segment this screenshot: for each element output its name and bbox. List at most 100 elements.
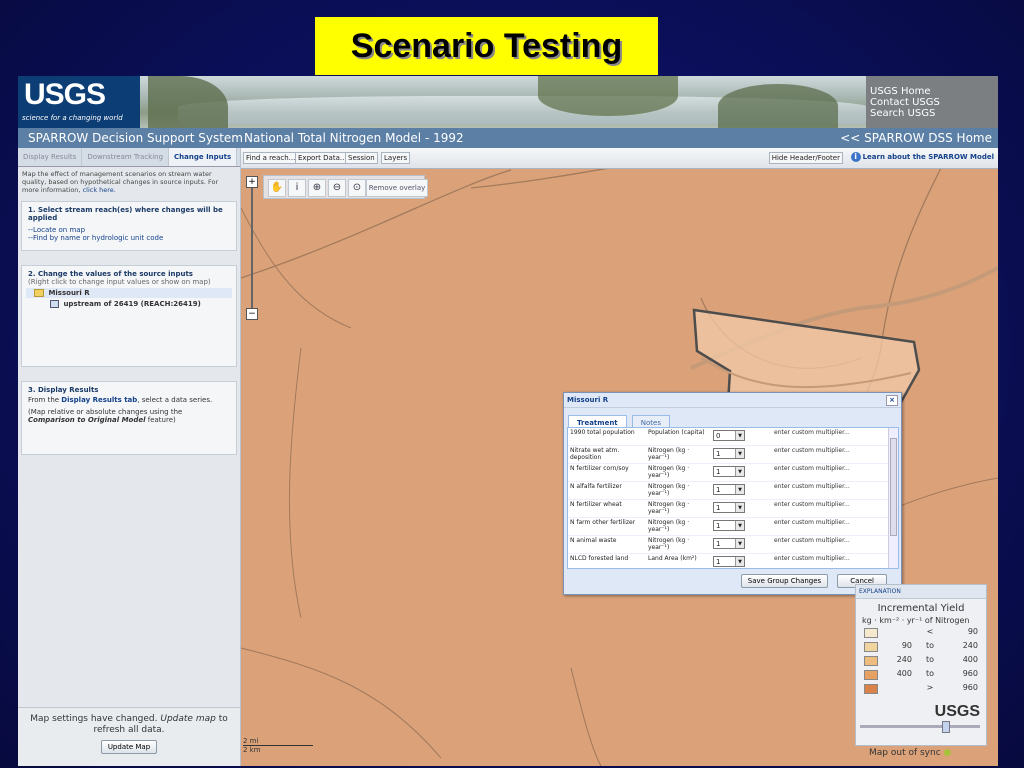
tab-display-results[interactable]: Display Results <box>18 148 83 166</box>
custom-multiplier-input[interactable]: enter custom multiplier... <box>774 519 884 526</box>
source-input-grid: 1990 total population Population (capita… <box>567 427 899 569</box>
map-panel[interactable]: Find a reach... Export Data... Session L… <box>241 148 998 766</box>
top-links: USGS Home Contact USGS Search USGS <box>866 76 998 128</box>
learn-sparrow-menu[interactable]: i Learn about the SPARROW Model <box>850 152 994 162</box>
map-toolbar: Find a reach... Export Data... Session L… <box>241 148 998 169</box>
hide-header-footer-button[interactable]: Hide Header/Footer <box>768 152 843 164</box>
table-row: N farm other fertilizer Nitrogen (kg · y… <box>568 518 898 536</box>
custom-multiplier-input[interactable]: enter custom multiplier... <box>774 447 884 454</box>
legend-panel: EXPLANATION Incremental Yield kg · km⁻² … <box>855 584 987 746</box>
multiplier-select[interactable]: 1 ▼ <box>713 538 745 549</box>
dialog-tabs: Treatment Notes <box>564 410 901 430</box>
tree-node-missouri[interactable]: Missouri R <box>26 288 232 298</box>
save-group-changes-button[interactable]: Save Group Changes <box>740 574 829 588</box>
tab-downstream-tracking[interactable]: Downstream Tracking <box>82 148 170 166</box>
chevron-down-icon: ▼ <box>735 449 744 458</box>
info-icon: i <box>850 152 861 162</box>
chevron-down-icon: ▼ <box>735 503 744 512</box>
legend-units: kg · km⁻² · yr⁻¹ of Nitrogen <box>862 616 970 625</box>
table-row: N animal waste Nitrogen (kg · year⁻¹) 1 ▼… <box>568 536 898 554</box>
zoom-in-tool-icon[interactable]: ⊕ <box>308 179 326 197</box>
locate-on-map-link[interactable]: --Locate on map <box>28 226 230 234</box>
pan-hand-icon[interactable]: ✋ <box>268 179 286 197</box>
legend-row: 90 to 240 <box>856 639 986 653</box>
display-results-link[interactable]: Display Results tab <box>61 396 137 404</box>
zoom-slider[interactable] <box>251 188 253 308</box>
title-bar: SPARROW Decision Support System National… <box>18 128 998 148</box>
zoom-out-tool-icon[interactable]: ⊖ <box>328 179 346 197</box>
zoom-in-button[interactable]: + <box>246 176 258 188</box>
usgs-logo[interactable]: USGS science for a changing world <box>18 76 140 128</box>
multiplier-select[interactable]: 1 ▼ <box>713 484 745 495</box>
warning-icon: ● <box>943 748 952 758</box>
legend-header[interactable]: EXPLANATION <box>856 585 986 599</box>
link-usgs-home[interactable]: USGS Home <box>870 86 998 97</box>
chevron-down-icon: ▼ <box>735 431 744 440</box>
map-tool-palette: ✋ i ⊕ ⊖ ⊙ Remove overlay <box>263 175 428 199</box>
multiplier-select[interactable]: 1 ▼ <box>713 466 745 477</box>
tree-node-reach[interactable]: upstream of 26419 (REACH:26419) <box>28 300 230 308</box>
custom-multiplier-input[interactable]: enter custom multiplier... <box>774 483 884 490</box>
legend-row: <90 <box>856 625 986 639</box>
remove-overlay-button[interactable]: Remove overlay <box>366 179 428 197</box>
zoom-out-button[interactable]: − <box>246 308 258 320</box>
legend-title: Incremental Yield <box>877 603 965 614</box>
reach-icon <box>50 300 59 308</box>
dss-home-link[interactable]: << SPARROW DSS Home <box>840 128 992 148</box>
multiplier-select[interactable]: 1 ▼ <box>713 556 745 567</box>
table-row: N fertilizer corn/soy Nitrogen (kg · yea… <box>568 464 898 482</box>
step1-box: 1. Select stream reach(es) where changes… <box>21 201 237 251</box>
transparency-slider[interactable] <box>860 725 980 728</box>
legend-row: 240 to 400 <box>856 653 986 667</box>
map-sync-status: Map out of sync ● <box>869 748 952 758</box>
grid-scrollbar[interactable] <box>888 428 898 568</box>
table-row: NLCD forested land Land Area (km²) 1 ▼ en… <box>568 554 898 568</box>
legend-swatch <box>864 670 878 680</box>
app-window: USGS science for a changing world USGS H… <box>18 76 998 766</box>
step3-box: 3. Display Results From the Display Resu… <box>21 381 237 455</box>
zoom-control: + − <box>246 176 258 320</box>
find-by-name-link[interactable]: --Find by name or hydrologic unit code <box>28 234 230 242</box>
treatment-dialog: Missouri R × Treatment Notes 1990 total … <box>563 392 902 595</box>
table-row: Nitrate wet atm. deposition Nitrogen (kg… <box>568 446 898 464</box>
step2-box: 2. Change the values of the source input… <box>21 265 237 367</box>
legend-row: 400 to 960 <box>856 667 986 681</box>
chevron-down-icon: ▼ <box>735 521 744 530</box>
map-changed-message: Map settings have changed. Update map to… <box>30 714 228 735</box>
close-icon[interactable]: × <box>886 395 898 406</box>
dialog-title: Missouri R <box>567 396 609 404</box>
step2-heading: 2. Change the values of the source input… <box>28 270 193 278</box>
session-menu[interactable]: Session <box>345 152 378 164</box>
multiplier-select[interactable]: 1 ▼ <box>713 448 745 459</box>
custom-multiplier-input[interactable]: enter custom multiplier... <box>774 465 884 472</box>
table-row: N alfalfa fertilizer Nitrogen (kg · year… <box>568 482 898 500</box>
multiplier-select[interactable]: 0 ▼ <box>713 430 745 441</box>
legend-swatch <box>864 628 878 638</box>
slider-thumb[interactable] <box>942 721 950 733</box>
identify-icon[interactable]: i <box>288 179 306 197</box>
chevron-down-icon: ▼ <box>735 485 744 494</box>
tab-change-inputs[interactable]: Change Inputs <box>169 148 238 166</box>
legend-row: >960 <box>856 681 986 695</box>
custom-multiplier-input[interactable]: enter custom multiplier... <box>774 555 884 562</box>
model-title: National Total Nitrogen Model - 1992 <box>244 131 464 145</box>
multiplier-select[interactable]: 1 ▼ <box>713 502 745 513</box>
zoom-extent-icon[interactable]: ⊙ <box>348 179 366 197</box>
link-search-usgs[interactable]: Search USGS <box>870 108 998 119</box>
custom-multiplier-input[interactable]: enter custom multiplier... <box>774 501 884 508</box>
app-title: SPARROW Decision Support System <box>28 131 243 145</box>
chevron-down-icon: ▼ <box>735 557 744 566</box>
chevron-down-icon: ▼ <box>735 467 744 476</box>
layers-menu[interactable]: Layers <box>381 152 411 164</box>
custom-multiplier-input[interactable]: enter custom multiplier... <box>774 537 884 544</box>
find-reach-button[interactable]: Find a reach... <box>243 152 299 164</box>
link-contact-usgs[interactable]: Contact USGS <box>870 97 998 108</box>
step1-heading: 1. Select stream reach(es) where changes… <box>28 206 223 222</box>
multiplier-select[interactable]: 1 ▼ <box>713 520 745 531</box>
export-data-button[interactable]: Export Data... <box>295 152 350 164</box>
logo-text: USGS <box>24 78 106 111</box>
update-map-button[interactable]: Update Map <box>100 740 158 754</box>
custom-multiplier-input[interactable]: enter custom multiplier... <box>774 429 884 436</box>
click-here-link[interactable]: click here. <box>83 186 116 194</box>
step2-subtext: (Right click to change input values or s… <box>28 278 211 286</box>
